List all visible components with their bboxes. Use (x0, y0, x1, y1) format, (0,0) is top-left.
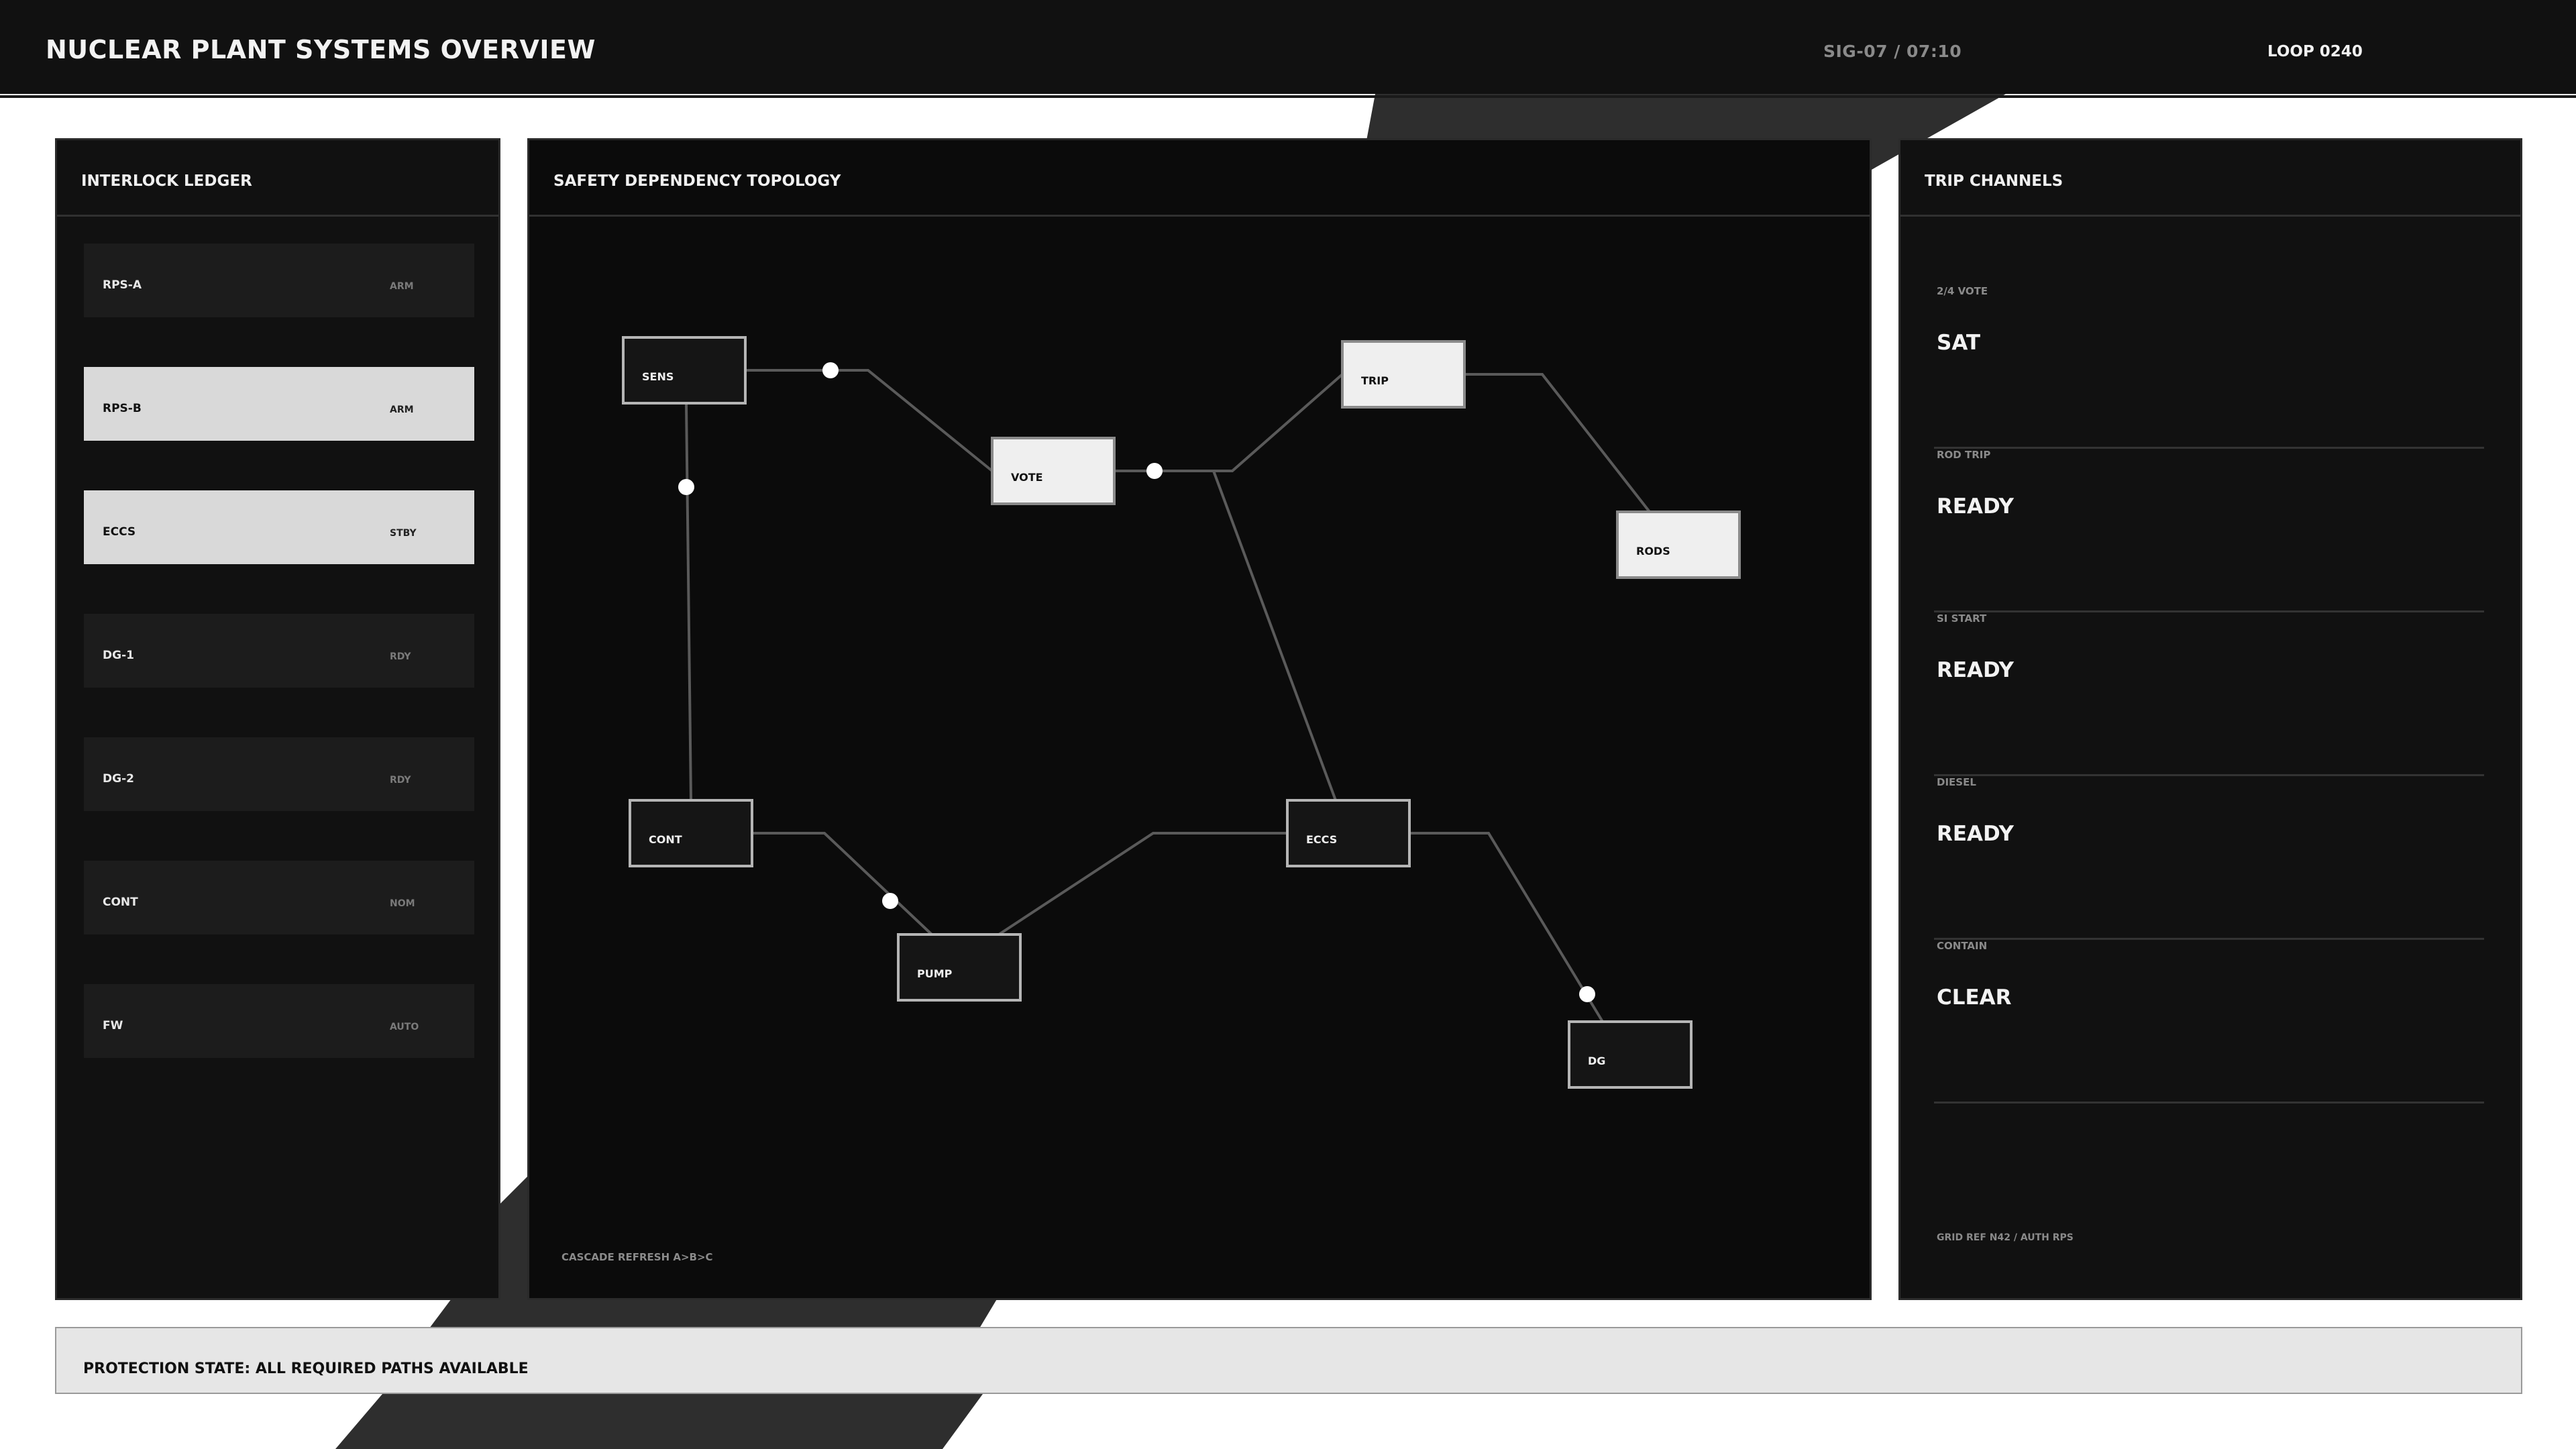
node-label: TRIP (1361, 374, 1389, 387)
ledger-row-dg-1[interactable]: DG-1 RDY (84, 614, 474, 688)
trip-channel-diesel: DIESEL READY (1934, 776, 2484, 940)
ledger-row-state: RDY (390, 651, 411, 662)
node-pump[interactable]: PUMP (897, 933, 1022, 1002)
panel-header: SAFETY DEPENDENCY TOPOLOGY (529, 140, 1870, 217)
ledger-row-state: NOM (390, 898, 415, 909)
edge-sens-vote (745, 369, 994, 472)
panel-title: INTERLOCK LEDGER (81, 172, 252, 190)
node-sens[interactable]: SENS (622, 336, 747, 405)
channel-label: 2/4 VOTE (1937, 285, 1988, 297)
ledger-row-name: DG-2 (103, 772, 134, 786)
edge-trip-rods (1464, 373, 1651, 513)
edge-vote-eccs (1212, 470, 1337, 801)
ledger-row-name: CONT (103, 896, 138, 909)
junction-dot (1579, 986, 1595, 1002)
panel-header: INTERLOCK LEDGER (57, 140, 498, 217)
channel-value: CLEAR (1937, 985, 2012, 1010)
node-cont[interactable]: CONT (629, 799, 753, 867)
node-label: ECCS (1306, 833, 1337, 846)
channel-label: ROD TRIP (1937, 449, 1991, 461)
node-eccs[interactable]: ECCS (1286, 799, 1411, 867)
header-divider (0, 95, 2576, 98)
ledger-row-rps-b[interactable]: RPS-B ARM (84, 367, 474, 441)
node-vote[interactable]: VOTE (991, 437, 1116, 505)
edge-sens-cont (685, 402, 692, 801)
node-layer: SENS VOTE TRIP RODS CONT PUMP ECCS DG (622, 336, 1741, 1089)
edge-cont-pump (752, 832, 933, 936)
node-trip[interactable]: TRIP (1341, 340, 1466, 409)
signal-timestamp: SIG-07 / 07:10 (1823, 42, 1962, 61)
node-label: CONT (649, 833, 682, 846)
ledger-row-state: STBY (390, 528, 417, 539)
edge-eccs-dg (1409, 832, 1604, 1023)
ledger-row-name: FW (103, 1019, 123, 1032)
node-label: VOTE (1011, 471, 1043, 484)
junction-layer (678, 362, 1595, 1002)
grid-reference: GRID REF N42 / AUTH RPS (1937, 1232, 2074, 1243)
channel-label: CONTAIN (1937, 940, 1988, 952)
junction-dot (822, 362, 839, 378)
trip-channel-vote: 2/4 VOTE SAT (1934, 285, 2484, 449)
ledger-row-state: AUTO (390, 1022, 419, 1032)
ledger-row-state: RDY (390, 775, 411, 786)
app-screen: NUCLEAR PLANT SYSTEMS OVERVIEW SIG-07 / … (0, 0, 2576, 1449)
trip-channel-contain: CONTAIN CLEAR (1934, 940, 2484, 1104)
channel-value: READY (1937, 494, 2014, 519)
page-title: NUCLEAR PLANT SYSTEMS OVERVIEW (46, 35, 596, 64)
cascade-refresh-note: CASCADE REFRESH A>B>C (561, 1251, 713, 1263)
panel-header: TRIP CHANNELS (1900, 140, 2520, 217)
interlock-ledger-panel: INTERLOCK LEDGER RPS-A ARM RPS-B ARM ECC… (55, 138, 500, 1300)
safety-topology-panel: SAFETY DEPENDENCY TOPOLOGY SENS VOTE TRIP R… (527, 138, 1872, 1300)
ledger-row-state: ARM (390, 405, 414, 415)
ledger-row-dg-2[interactable]: DG-2 RDY (84, 737, 474, 811)
node-label: SENS (642, 370, 674, 383)
ledger-row-fw[interactable]: FW AUTO (84, 984, 474, 1058)
junction-dot (1146, 463, 1163, 479)
protection-status-bar: PROTECTION STATE: ALL REQUIRED PATHS AVA… (55, 1327, 2522, 1394)
ledger-row-name: ECCS (103, 525, 136, 539)
panel-title: SAFETY DEPENDENCY TOPOLOGY (553, 172, 841, 190)
trip-channels-panel: TRIP CHANNELS 2/4 VOTE SAT ROD TRIP READ… (1898, 138, 2522, 1300)
ledger-row-name: RPS-B (103, 402, 142, 415)
node-label: RODS (1636, 545, 1670, 557)
channel-label: SI START (1937, 612, 1987, 625)
node-label: PUMP (917, 967, 953, 980)
junction-dot (678, 479, 694, 495)
ledger-row-eccs[interactable]: ECCS STBY (84, 490, 474, 564)
protection-status-text: PROTECTION STATE: ALL REQUIRED PATHS AVA… (83, 1360, 529, 1377)
node-dg[interactable]: DG (1568, 1020, 1693, 1089)
ledger-row-name: RPS-A (103, 278, 142, 292)
channel-value: READY (1937, 658, 2014, 682)
channel-value: READY (1937, 822, 2014, 846)
channel-value: SAT (1937, 331, 1981, 355)
ledger-row-state: ARM (390, 281, 414, 292)
ledger-row-rps-a[interactable]: RPS-A ARM (84, 244, 474, 317)
junction-dot (882, 893, 898, 909)
edge-vote-trip (1114, 373, 1344, 472)
ledger-row-cont[interactable]: CONT NOM (84, 861, 474, 934)
panel-title: TRIP CHANNELS (1925, 172, 2063, 190)
edge-pump-eccs (998, 832, 1287, 936)
channel-label: DIESEL (1937, 776, 1976, 788)
ledger-row-name: DG-1 (103, 649, 134, 662)
trip-channel-si-start: SI START READY (1934, 612, 2484, 776)
decorative-band (335, 1394, 983, 1449)
node-label: DG (1588, 1055, 1605, 1067)
edge-layer (685, 369, 1651, 1023)
node-rods[interactable]: RODS (1616, 511, 1741, 579)
trip-channel-rod-trip: ROD TRIP READY (1934, 449, 2484, 612)
topology-diagram: SENS VOTE TRIP RODS CONT PUMP ECCS DG (622, 336, 1741, 1089)
loop-indicator: LOOP 0240 (2267, 43, 2363, 60)
top-bar: NUCLEAR PLANT SYSTEMS OVERVIEW SIG-07 / … (0, 0, 2576, 94)
